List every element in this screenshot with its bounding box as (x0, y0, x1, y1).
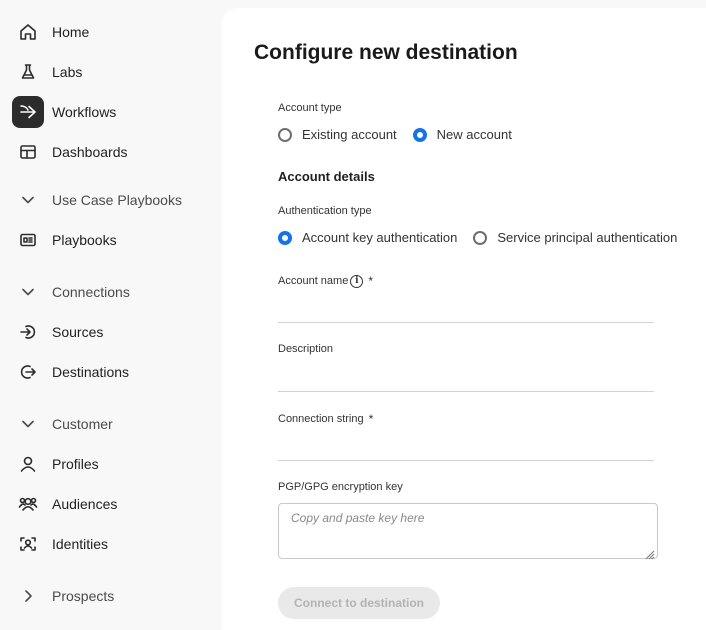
radio-new-account[interactable]: New account (412, 127, 512, 142)
section-label: Customer (52, 416, 113, 432)
section-prospects[interactable]: Prospects (12, 582, 212, 610)
section-connections[interactable]: Connections (12, 278, 212, 306)
destinations-icon (12, 356, 44, 388)
sidebar-item-label: Sources (52, 324, 104, 340)
sidebar-item-audiences[interactable]: Audiences (12, 488, 212, 520)
sidebar: Home Labs Workflows Dashboards Use Case … (0, 0, 222, 630)
info-icon[interactable]: i (350, 274, 364, 288)
section-label: Connections (52, 284, 130, 300)
section-customer[interactable]: Customer (12, 410, 212, 438)
account-type-radio-group: Existing account New account (278, 127, 528, 142)
connection-string-label: Connection string * (278, 412, 374, 426)
sidebar-item-label: Destinations (52, 364, 130, 380)
authentication-type-label: Authentication type (278, 205, 372, 217)
sidebar-item-identities[interactable]: Identities (12, 528, 212, 560)
sidebar-item-playbooks[interactable]: Playbooks (12, 224, 212, 256)
chevron-down-icon (12, 417, 44, 431)
radio-service-principal-authentication[interactable]: Service principal authentication (473, 230, 677, 245)
description-label: Description (278, 343, 334, 355)
profile-icon (12, 448, 44, 480)
radio-account-key-authentication[interactable]: Account key authentication (278, 230, 457, 245)
radio-unchecked-icon (278, 127, 292, 142)
sidebar-item-destinations[interactable]: Destinations (12, 356, 212, 388)
sidebar-item-label: Audiences (52, 496, 118, 512)
radio-label: Account key authentication (302, 230, 458, 245)
required-asterisk: * (368, 412, 374, 426)
sidebar-item-sources[interactable]: Sources (12, 316, 212, 348)
home-icon (12, 16, 44, 48)
radio-label: Service principal authentication (497, 230, 678, 245)
main-panel: Configure new destination Account type E… (222, 8, 706, 630)
chevron-down-icon (12, 285, 44, 299)
sources-icon (12, 316, 44, 348)
account-name-input[interactable] (278, 299, 654, 323)
radio-label: Existing account (302, 127, 397, 142)
sidebar-item-profiles[interactable]: Profiles (12, 448, 212, 480)
pgp-key-label: PGP/GPG encryption key (278, 481, 403, 493)
account-name-label: Account name i * (278, 274, 373, 288)
sidebar-item-label: Labs (52, 64, 83, 80)
chevron-right-icon (12, 589, 44, 603)
required-asterisk: * (368, 274, 373, 288)
radio-existing-account[interactable]: Existing account (278, 127, 397, 142)
sidebar-item-labs[interactable]: Labs (12, 56, 212, 88)
account-details-heading: Account details (278, 169, 375, 184)
section-label: Prospects (52, 588, 115, 604)
sidebar-item-workflows[interactable]: Workflows (12, 96, 212, 128)
flask-icon (12, 56, 44, 88)
sidebar-item-label: Workflows (52, 104, 117, 120)
pgp-key-textarea[interactable] (278, 503, 658, 559)
sidebar-item-label: Profiles (52, 456, 99, 472)
authentication-type-radio-group: Account key authentication Service princ… (278, 230, 693, 245)
sidebar-item-label: Home (52, 24, 90, 40)
sidebar-item-label: Identities (52, 536, 109, 552)
dashboard-icon (12, 136, 44, 168)
radio-checked-icon (412, 127, 427, 142)
description-input[interactable] (278, 368, 654, 392)
radio-checked-icon (278, 230, 292, 245)
radio-unchecked-icon (473, 230, 488, 245)
sidebar-item-label: Dashboards (52, 144, 128, 160)
playbook-icon (12, 224, 44, 256)
connect-to-destination-button[interactable]: Connect to destination (278, 587, 440, 619)
audiences-icon (12, 488, 44, 520)
sidebar-item-home[interactable]: Home (12, 16, 212, 48)
identities-icon (12, 528, 44, 560)
sidebar-item-label: Playbooks (52, 232, 117, 248)
sidebar-item-dashboards[interactable]: Dashboards (12, 136, 212, 168)
workflow-icon (12, 96, 44, 128)
resize-handle-icon[interactable] (645, 547, 655, 560)
radio-label: New account (436, 127, 512, 142)
chevron-down-icon (12, 193, 44, 207)
connection-string-input[interactable] (278, 437, 654, 461)
page-title: Configure new destination (254, 41, 518, 64)
section-use-case-playbooks[interactable]: Use Case Playbooks (12, 186, 212, 214)
section-label: Use Case Playbooks (52, 192, 182, 208)
account-type-label: Account type (278, 102, 342, 114)
